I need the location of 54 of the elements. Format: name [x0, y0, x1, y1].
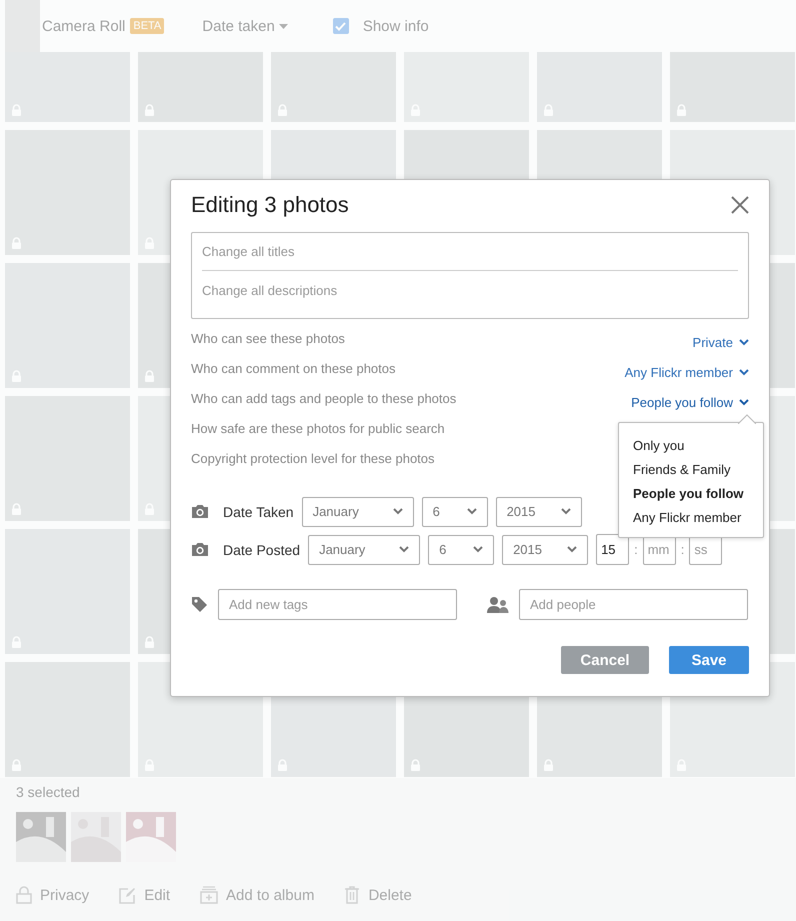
- permission-label: How safe are these photos for public search: [191, 421, 445, 436]
- month-select[interactable]: January: [308, 534, 420, 564]
- day-select[interactable]: 6: [422, 496, 488, 526]
- time-separator: :: [634, 542, 638, 557]
- date-label: Date Posted: [223, 542, 300, 558]
- title-description-box[interactable]: Change all titles Change all descriptions: [191, 232, 749, 319]
- chevron-icon: [739, 339, 749, 346]
- save-button[interactable]: Save: [669, 646, 749, 674]
- year-select[interactable]: 2015: [496, 496, 582, 526]
- menu-item[interactable]: Any Flickr member: [619, 505, 763, 529]
- people-icon: [487, 596, 509, 613]
- caret-icon: [278, 24, 288, 28]
- menu-item[interactable]: Only you: [619, 433, 763, 457]
- people-field[interactable]: Add people: [519, 589, 748, 620]
- day-select[interactable]: 6: [428, 534, 494, 564]
- show-info-label: Show info: [362, 18, 429, 34]
- month-select[interactable]: January: [302, 496, 414, 526]
- tags-field[interactable]: Add new tags: [218, 589, 457, 620]
- album-add-icon: [200, 886, 218, 904]
- menu-item[interactable]: Friends & Family: [619, 457, 763, 481]
- chevron-icon: [739, 399, 749, 406]
- camera-icon: [191, 542, 209, 557]
- permission-label: Who can add tags and people to these photos: [191, 391, 456, 406]
- lock-icon: [16, 886, 32, 904]
- edit-icon: [119, 886, 136, 904]
- show-info-checkbox[interactable]: [332, 18, 349, 34]
- permission-dropdown[interactable]: People you follow: [631, 395, 749, 410]
- chevron-icon: [560, 508, 571, 515]
- chevron-icon: [466, 508, 477, 515]
- chevron-icon: [392, 508, 403, 515]
- time-separator: :: [680, 542, 684, 557]
- menu-item[interactable]: People you follow: [619, 481, 763, 505]
- date-label: Date Taken: [223, 504, 294, 520]
- hour-field[interactable]: 15: [596, 534, 630, 565]
- chevron-icon: [567, 546, 578, 553]
- close-icon[interactable]: [731, 196, 749, 214]
- chevron-icon: [473, 546, 484, 553]
- year-select[interactable]: 2015: [502, 534, 588, 564]
- selection-count: 3 selected: [16, 784, 80, 800]
- sort-dropdown[interactable]: Date taken: [202, 18, 288, 34]
- permission-label: Who can comment on these photos: [191, 361, 396, 376]
- chevron-icon: [399, 546, 410, 553]
- dialog-title: Editing 3 photos: [191, 192, 349, 218]
- trash-icon: [344, 886, 360, 904]
- permission-label: Copyright protection level for these photos: [191, 451, 435, 466]
- permission-dropdown[interactable]: Private: [692, 335, 749, 350]
- camera-icon: [191, 504, 209, 519]
- beta-badge: BETA: [130, 18, 164, 34]
- permission-label: Who can see these photos: [191, 331, 345, 346]
- chevron-icon: [739, 369, 749, 376]
- permission-dropdown[interactable]: Any Flickr member: [624, 365, 749, 380]
- cancel-button[interactable]: Cancel: [561, 646, 649, 674]
- page-title: Camera Roll: [42, 18, 126, 34]
- tag-icon: [191, 596, 208, 613]
